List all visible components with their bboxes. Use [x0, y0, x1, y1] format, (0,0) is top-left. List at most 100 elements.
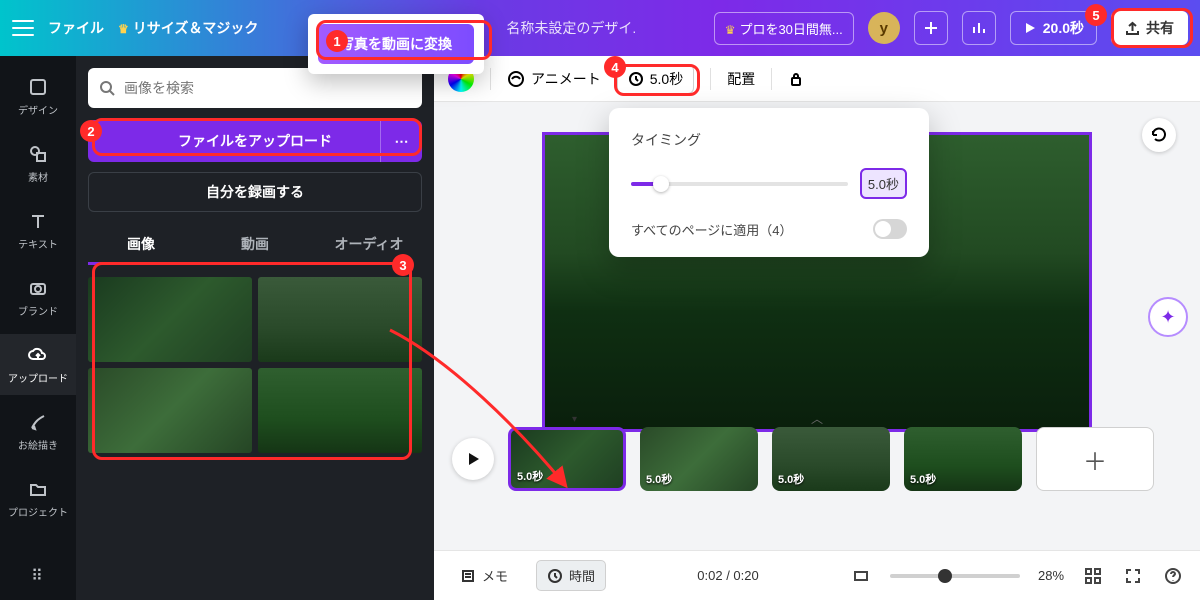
- dots-icon: ⋯: [395, 133, 409, 150]
- play-icon: [465, 451, 481, 467]
- menu-hamburger-icon[interactable]: [12, 20, 34, 36]
- crown-icon: ♛: [725, 23, 736, 37]
- tab-videos[interactable]: 動画: [202, 226, 308, 265]
- clip-duration-label: 5.0秒: [517, 468, 543, 484]
- position-button[interactable]: 配置: [727, 69, 755, 89]
- rail-item-elements[interactable]: 素材: [0, 133, 76, 194]
- add-button[interactable]: [914, 11, 948, 45]
- upload-more-options[interactable]: ⋯: [380, 120, 422, 162]
- apply-all-toggle[interactable]: [873, 219, 907, 239]
- rail-label: アップロード: [8, 370, 68, 385]
- rail-item-projects[interactable]: プロジェクト: [0, 468, 76, 529]
- annotation-badge-5: 5: [1085, 4, 1107, 26]
- timeline-clip[interactable]: 5.0秒: [640, 427, 758, 491]
- left-rail: デザイン 素材 テキスト ブランド アップロード お絵描き プロジェクト ⠿: [0, 56, 76, 600]
- zoom-slider[interactable]: [890, 574, 1020, 578]
- media-tabs: 画像 動画 オーディオ: [88, 226, 422, 265]
- avatar[interactable]: y: [868, 12, 900, 44]
- question-icon: [1164, 567, 1182, 585]
- rail-more-apps[interactable]: ⠿: [31, 552, 45, 600]
- trial-button[interactable]: ♛プロを30日間無...: [714, 12, 854, 45]
- rail-label: デザイン: [18, 102, 58, 117]
- fullscreen-button[interactable]: [1122, 565, 1144, 587]
- shapes-icon: [27, 143, 49, 165]
- sparkle-icon: ✦: [1160, 307, 1175, 328]
- bottom-bar: メモ 時間 0:02 / 0:20 28%: [434, 550, 1200, 600]
- magic-assistant-button[interactable]: ✦: [1148, 297, 1188, 337]
- rail-item-brand[interactable]: ブランド: [0, 267, 76, 328]
- file-menu[interactable]: ファイル: [48, 18, 104, 38]
- refresh-icon: [1150, 126, 1168, 144]
- lock-button[interactable]: [788, 71, 804, 87]
- play-icon: [1023, 21, 1037, 35]
- upload-icon: [1125, 21, 1140, 36]
- fit-icon: [852, 567, 870, 585]
- grid-view-button[interactable]: [1082, 565, 1104, 587]
- share-button[interactable]: 共有: [1111, 11, 1188, 45]
- record-self-button[interactable]: 自分を録画する: [88, 172, 422, 212]
- document-name-input[interactable]: [506, 20, 636, 36]
- divider: [710, 68, 711, 90]
- stage: タイミング 5.0秒 すべてのページに適用（4） ✦: [434, 102, 1200, 462]
- clip-duration-label: 5.0秒: [646, 471, 672, 487]
- camera-icon: [27, 277, 49, 299]
- rail-item-draw[interactable]: お絵描き: [0, 401, 76, 462]
- refresh-button[interactable]: [1142, 118, 1176, 152]
- canvas-area: アニメート 5.0秒 配置 タイミング 5.0秒: [434, 56, 1200, 550]
- upload-thumb[interactable]: [88, 277, 252, 362]
- page-duration-button[interactable]: 5.0秒: [617, 64, 694, 94]
- upload-thumb[interactable]: [258, 368, 422, 453]
- apply-all-row: すべてのページに適用（4）: [631, 219, 907, 239]
- timeline-clip[interactable]: 5.0秒: [904, 427, 1022, 491]
- slider-thumb[interactable]: [653, 176, 669, 192]
- timing-value-input[interactable]: 5.0秒: [860, 168, 907, 199]
- topbar: ファイル ♛リサイズ＆マジック ♛プロを30日間無... y 20.0秒 共有: [0, 0, 1200, 56]
- resize-magic-menu[interactable]: ♛リサイズ＆マジック: [118, 18, 258, 38]
- annotation-badge-4: 4: [604, 56, 626, 78]
- add-page-button[interactable]: ＋: [1036, 427, 1154, 491]
- rail-item-upload[interactable]: アップロード: [0, 334, 76, 395]
- plus-icon: [923, 20, 939, 36]
- timeline-clip[interactable]: 5.0秒: [508, 427, 626, 491]
- rail-label: プロジェクト: [8, 504, 68, 519]
- timeline: ︿ ▾ 5.0秒 5.0秒 5.0秒 5.0秒 ＋: [434, 412, 1200, 506]
- notes-button[interactable]: メモ: [450, 561, 518, 590]
- upload-thumb[interactable]: [88, 368, 252, 453]
- timecode-label: 0:02 / 0:20: [697, 568, 758, 583]
- search-input[interactable]: [124, 80, 412, 96]
- zoom-fit-button[interactable]: [850, 565, 872, 587]
- timing-slider-row: 5.0秒: [631, 168, 907, 199]
- timeline-collapse-caret-icon[interactable]: ︿: [811, 410, 823, 427]
- slider-thumb[interactable]: [938, 569, 952, 583]
- preview-play-button[interactable]: 20.0秒: [1010, 11, 1097, 45]
- upload-thumb[interactable]: [258, 277, 422, 362]
- pencil-icon: [27, 411, 49, 433]
- grid-dots-icon: ⠿: [31, 568, 45, 585]
- rail-item-text[interactable]: テキスト: [0, 200, 76, 261]
- zoom-percent-label: 28%: [1038, 568, 1064, 583]
- divider: [771, 68, 772, 90]
- bar-chart-icon: [971, 20, 987, 36]
- rail-label: 素材: [28, 169, 48, 184]
- note-icon: [460, 568, 476, 584]
- upload-thumbnails: [88, 277, 422, 453]
- search-row: [88, 68, 422, 108]
- timeline-play-button[interactable]: [452, 438, 494, 480]
- animate-button[interactable]: アニメート: [507, 69, 601, 89]
- rail-label: ブランド: [18, 303, 58, 318]
- timeline-clip[interactable]: 5.0秒: [772, 427, 890, 491]
- timing-slider[interactable]: [631, 182, 848, 186]
- cloud-upload-icon: [27, 344, 49, 366]
- upload-file-button[interactable]: ファイルをアップロード ⋯: [88, 120, 422, 162]
- tab-images[interactable]: 画像: [88, 226, 194, 265]
- annotation-badge-3: 3: [392, 254, 414, 276]
- template-icon: [27, 76, 49, 98]
- crown-icon: ♛: [118, 22, 129, 36]
- text-icon: [27, 210, 49, 232]
- plus-icon: ＋: [1083, 442, 1107, 477]
- rail-item-design[interactable]: デザイン: [0, 66, 76, 127]
- analytics-button[interactable]: [962, 11, 996, 45]
- expand-icon: [1124, 567, 1142, 585]
- duration-mode-button[interactable]: 時間: [536, 560, 606, 591]
- help-button[interactable]: [1162, 565, 1184, 587]
